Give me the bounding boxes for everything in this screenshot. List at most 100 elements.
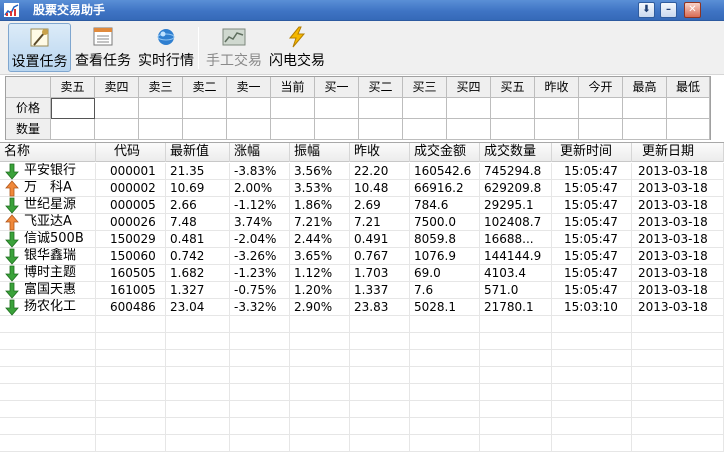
download-icon[interactable]: ⬇ (638, 2, 655, 18)
quote-cell[interactable] (139, 98, 183, 119)
manual-trade-icon (222, 28, 246, 46)
quote-cell[interactable] (667, 98, 710, 119)
cell-change (230, 401, 290, 418)
cell-volume (480, 333, 552, 350)
column-header-volume[interactable]: 成交数量 (480, 143, 552, 162)
quote-cell[interactable] (315, 98, 359, 119)
quote-cell[interactable] (183, 119, 227, 140)
quote-cell[interactable] (491, 98, 535, 119)
flash-trade-button[interactable]: 闪电交易 (266, 23, 328, 72)
table-row[interactable]: 富国天惠 161005 1.327 -0.75% 1.20% 1.337 7.6 571.0 1… (0, 282, 724, 299)
table-row (0, 401, 724, 418)
quote-cell[interactable] (227, 119, 271, 140)
quote-cell[interactable] (51, 98, 95, 119)
cell-update-time: 15:05:47 (552, 214, 632, 231)
quote-cell[interactable] (623, 98, 667, 119)
cell-latest: 1.327 (166, 282, 230, 299)
quote-cell[interactable] (95, 119, 139, 140)
cell-code (96, 367, 166, 384)
table-row[interactable]: 银华鑫瑞 150060 0.742 -3.26% 3.65% 0.767 1076.9 144… (0, 248, 724, 265)
quote-cell[interactable] (579, 119, 623, 140)
table-row[interactable]: 扬农化工 600486 23.04 -3.32% 2.90% 23.83 5028.1 217… (0, 299, 724, 316)
column-header-update-time[interactable]: 更新时间 (552, 143, 632, 162)
table-row[interactable]: 飞亚达A 000026 7.48 3.74% 7.21% 7.21 7500.0 102408… (0, 214, 724, 231)
column-header-code[interactable]: 代码 (96, 143, 166, 162)
cell-turnover: 784.6 (410, 197, 480, 214)
cell-latest (166, 401, 230, 418)
table-row (0, 316, 724, 333)
column-header-turnover[interactable]: 成交金额 (410, 143, 480, 162)
cell-latest: 7.48 (166, 214, 230, 231)
column-header-latest[interactable]: 最新值 (166, 143, 230, 162)
table-row (0, 367, 724, 384)
cell-update-time: 15:05:47 (552, 248, 632, 265)
quote-cell[interactable] (95, 98, 139, 119)
close-button[interactable]: ✕ (684, 2, 701, 18)
quote-cell[interactable] (667, 119, 710, 140)
cell-update-time (552, 418, 632, 435)
cell-amplitude: 2.90% (290, 299, 350, 316)
column-header-change[interactable]: 涨幅 (230, 143, 290, 162)
table-row[interactable]: 博时主题 160505 1.682 -1.23% 1.12% 1.703 69.0 4103.… (0, 265, 724, 282)
cell-name (0, 367, 96, 384)
quote-cell[interactable] (359, 119, 403, 140)
quote-cell[interactable] (139, 119, 183, 140)
table-row[interactable]: 万 科A 000002 10.69 2.00% 3.53% 10.48 66916.2 629… (0, 180, 724, 197)
column-header-name[interactable]: 名称 (0, 143, 96, 162)
cell-turnover (410, 367, 480, 384)
cell-update-date (632, 316, 724, 333)
cell-turnover (410, 401, 480, 418)
quote-header: 卖一 (227, 77, 271, 98)
quote-cell[interactable] (51, 119, 95, 140)
quote-cell[interactable] (271, 98, 315, 119)
view-task-label: 查看任务 (75, 53, 131, 69)
quote-cell[interactable] (491, 119, 535, 140)
table-row[interactable]: 信诚500B 150029 0.481 -2.04% 2.44% 0.491 8059.8 1… (0, 231, 724, 248)
quote-cell[interactable] (271, 119, 315, 140)
quote-row-label: 数量 (6, 119, 51, 140)
quote-header: 买四 (447, 77, 491, 98)
quote-header: 今开 (579, 77, 623, 98)
quote-cell[interactable] (359, 98, 403, 119)
quote-cell[interactable] (403, 98, 447, 119)
cell-update-time (552, 316, 632, 333)
cell-update-time: 15:05:47 (552, 180, 632, 197)
quote-cell[interactable] (579, 98, 623, 119)
cell-turnover: 66916.2 (410, 180, 480, 197)
table-row[interactable]: 世纪星源 000005 2.66 -1.12% 1.86% 2.69 784.6 29295.… (0, 197, 724, 214)
column-header-update-date[interactable]: 更新日期 (632, 143, 724, 162)
cell-name (0, 350, 96, 367)
cell-latest (166, 435, 230, 452)
set-task-label: 设置任务 (11, 54, 68, 70)
quote-cell[interactable] (403, 119, 447, 140)
column-header-amplitude[interactable]: 振幅 (290, 143, 350, 162)
cell-update-time: 15:03:10 (552, 299, 632, 316)
quote-cell[interactable] (183, 98, 227, 119)
cell-volume: 629209.8 (480, 180, 552, 197)
manual-trade-button[interactable]: 手工交易 (203, 23, 265, 72)
window-title: 股票交易助手 (33, 3, 106, 17)
cell-change: -0.75% (230, 282, 290, 299)
column-header-prev-close[interactable]: 昨收 (350, 143, 410, 162)
quote-cell[interactable] (535, 119, 579, 140)
quote-cell[interactable] (447, 98, 491, 119)
cell-prev-close: 23.83 (350, 299, 410, 316)
table-row[interactable]: 平安银行 000001 21.35 -3.83% 3.56% 22.20 160542.6 7… (0, 163, 724, 180)
quote-cell[interactable] (227, 98, 271, 119)
cell-latest (166, 384, 230, 401)
minimize-button[interactable]: – (660, 2, 677, 18)
quote-header: 卖三 (139, 77, 183, 98)
cell-turnover (410, 316, 480, 333)
quote-cell[interactable] (315, 119, 359, 140)
view-task-button[interactable]: 查看任务 (72, 23, 134, 72)
quote-cell[interactable] (447, 119, 491, 140)
cell-amplitude (290, 401, 350, 418)
quote-cell[interactable] (623, 119, 667, 140)
set-task-button[interactable]: 设置任务 (8, 23, 71, 72)
quote-corner (6, 77, 51, 98)
realtime-quote-button[interactable]: 实时行情 (136, 23, 196, 72)
arrow-down-icon (5, 265, 19, 282)
cell-code: 161005 (96, 282, 166, 299)
cell-code (96, 384, 166, 401)
quote-cell[interactable] (535, 98, 579, 119)
